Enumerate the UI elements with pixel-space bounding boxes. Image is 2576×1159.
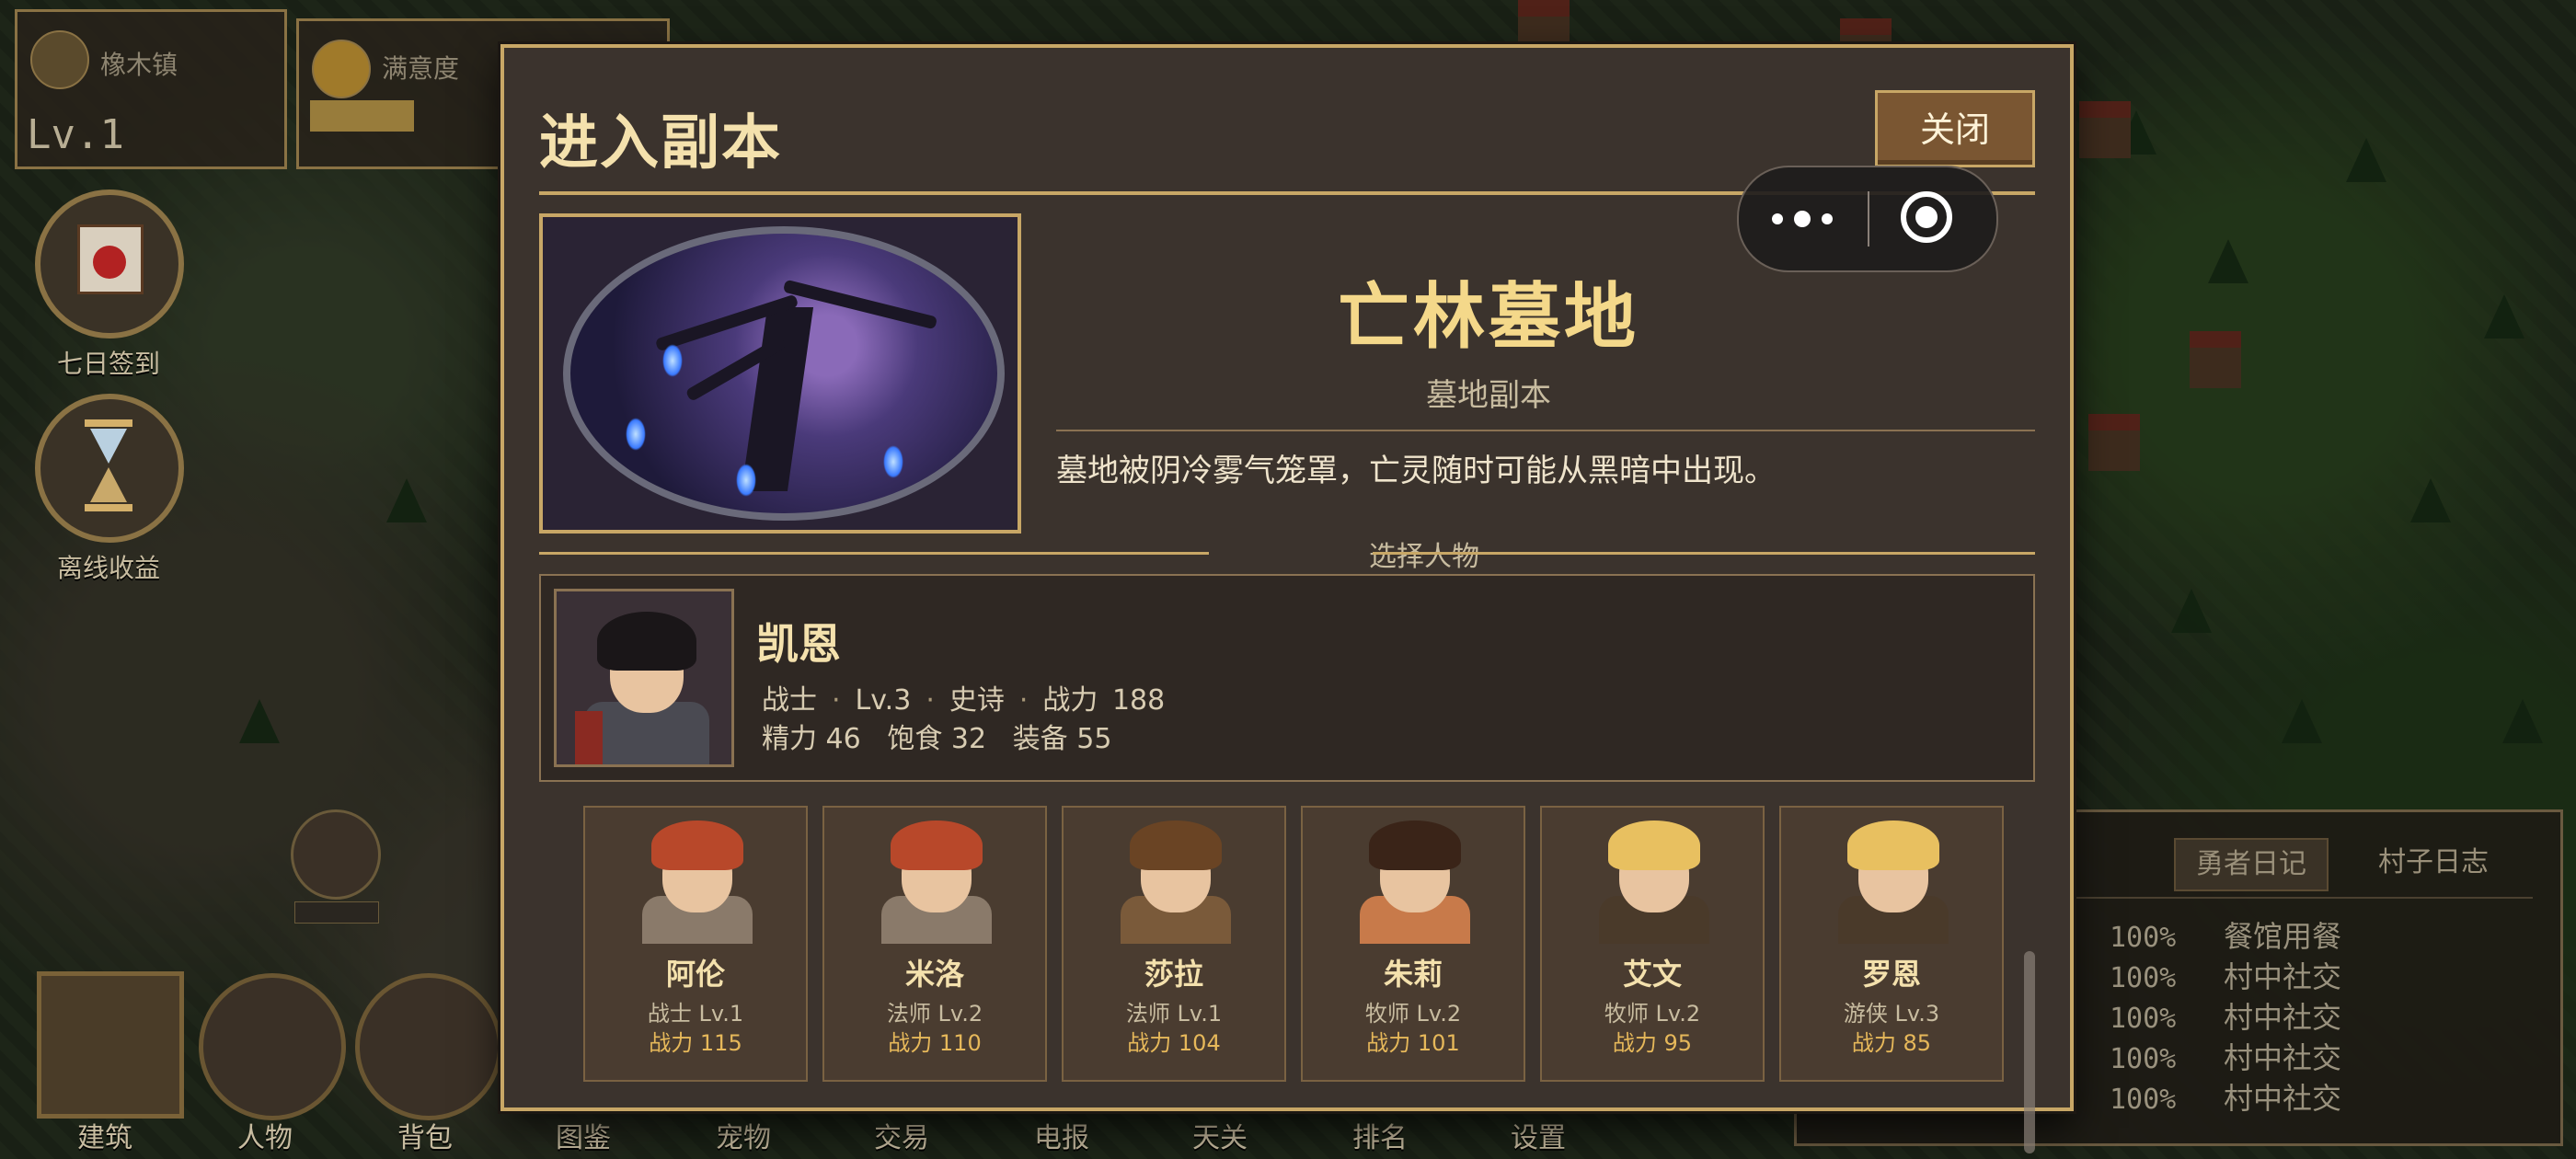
log-row: 100% 餐馆用餐 (2110, 919, 2342, 954)
character-card[interactable]: 莎拉 法师 Lv.1 战力 104 (1062, 806, 1286, 1082)
tab-hero-diary[interactable]: 勇者日记 (2174, 838, 2329, 891)
seven-day-signin-label: 七日签到 (56, 349, 160, 379)
modal-title: 进入副本 (539, 109, 782, 178)
selected-character-vitals: 精力 46 饱食 32 装备 55 (762, 723, 1112, 755)
select-rule-left (539, 552, 1209, 555)
character-power: 战力 110 (888, 1030, 982, 1056)
character-name: 艾文 (1622, 957, 1682, 992)
character-class-level: 游侠 Lv.3 (1843, 1001, 1940, 1027)
nav-backpack[interactable]: 背包 (397, 1115, 453, 1155)
selected-character-name: 凯恩 (756, 619, 841, 669)
tab-village-log[interactable]: 村子日志 (2358, 838, 2509, 888)
character-name: 莎拉 (1144, 957, 1203, 992)
character-name: 朱莉 (1383, 957, 1443, 992)
relic-label (294, 901, 379, 924)
dungeon-description: 墓地被阴冷雾气笼罩，亡灵随时可能从黑暗中出现。 (1056, 453, 1776, 489)
character-portrait (1091, 808, 1260, 944)
offline-earnings-label: 离线收益 (56, 553, 160, 583)
selected-character-summary: 战士 · Lv.3 · 史诗 · 战力 188 (762, 684, 1166, 717)
character-power: 战力 85 (1851, 1030, 1932, 1056)
more-icon[interactable] (1772, 197, 1873, 241)
character-class-level: 法师 Lv.1 (1125, 1001, 1223, 1027)
build-nav-icon[interactable] (37, 971, 184, 1119)
character-class-level: 牧师 Lv.2 (1604, 1001, 1701, 1027)
nav-ranking[interactable]: 排名 (1352, 1115, 1408, 1155)
town-info-panel[interactable]: 橡木镇 Lv.1 (15, 9, 287, 169)
selected-character-card: 凯恩 战士 · Lv.3 · 史诗 · 战力 188 精力 46 饱食 32 装备 55 (539, 574, 2035, 782)
town-level: Lv.1 (27, 111, 124, 158)
satisfaction-label: 满意度 (382, 53, 460, 84)
offline-earnings-button[interactable]: 离线收益 (35, 394, 184, 585)
log-divider (2064, 897, 2533, 899)
calendar-icon (77, 224, 144, 294)
character-power: 战力 95 (1612, 1030, 1693, 1056)
character-name: 阿伦 (665, 957, 725, 992)
town-emblem-icon (30, 30, 89, 89)
log-row: 100% 村中社交 (2110, 1081, 2342, 1116)
bottom-nav: 建筑 人物 背包 图鉴 宠物 交易 电报 天关 排名 设置 (0, 1122, 1840, 1159)
character-card[interactable]: 罗恩 游侠 Lv.3 战力 85 (1779, 806, 2004, 1082)
hourglass-icon (85, 419, 132, 511)
lion-icon (312, 40, 371, 98)
character-portrait (1570, 808, 1739, 944)
nav-settings[interactable]: 设置 (1511, 1115, 1566, 1155)
info-divider (1056, 430, 2035, 431)
character-card[interactable]: 阿伦 战士 Lv.1 战力 115 (583, 806, 808, 1082)
nav-codex[interactable]: 图鉴 (556, 1115, 611, 1155)
hero-nav-icon[interactable] (199, 973, 346, 1120)
character-card[interactable]: 朱莉 牧师 Lv.2 战力 101 (1301, 806, 1525, 1082)
nav-build[interactable]: 建筑 (77, 1115, 132, 1155)
character-name: 米洛 (904, 957, 964, 992)
log-row: 100% 村中社交 (2110, 1040, 2342, 1075)
nav-pets[interactable]: 宠物 (716, 1115, 771, 1155)
mini-program-capsule (1737, 166, 1998, 272)
nav-trade[interactable]: 交易 (874, 1115, 929, 1155)
roster-scrollbar[interactable] (2024, 951, 2035, 1153)
nav-hero[interactable]: 人物 (237, 1115, 293, 1155)
dungeon-type: 墓地副本 (1426, 377, 1551, 414)
dungeon-name: 亡林墓地 (1337, 276, 1639, 359)
nav-pass[interactable]: 天关 (1192, 1115, 1248, 1155)
character-roster: 阿伦 战士 Lv.1 战力 115 米洛 法师 Lv.2 战力 110 莎拉 法… (583, 806, 2018, 1082)
backpack-nav-icon[interactable] (355, 973, 502, 1120)
close-button[interactable]: 关闭 (1875, 90, 2035, 167)
selected-character-portrait (554, 589, 734, 767)
character-class-level: 法师 Lv.2 (886, 1001, 983, 1027)
log-row: 100% 村中社交 (2110, 1000, 2342, 1035)
character-portrait (852, 808, 1021, 944)
character-power: 战力 101 (1366, 1030, 1460, 1056)
nav-telegram[interactable]: 电报 (1034, 1115, 1089, 1155)
character-card[interactable]: 艾文 牧师 Lv.2 战力 95 (1540, 806, 1765, 1082)
character-portrait (1330, 808, 1500, 944)
seven-day-signin-button[interactable]: 七日签到 (35, 189, 184, 381)
character-power: 战力 115 (649, 1030, 742, 1056)
log-row: 100% 村中社交 (2110, 959, 2342, 994)
satisfaction-bar (310, 100, 414, 132)
character-class-level: 战士 Lv.1 (647, 1001, 744, 1027)
town-name: 橡木镇 (100, 50, 178, 80)
character-portrait (1809, 808, 1978, 944)
exit-target-icon[interactable] (1901, 191, 1952, 243)
dungeon-image (539, 213, 1021, 534)
character-card[interactable]: 米洛 法师 Lv.2 战力 110 (822, 806, 1047, 1082)
select-rule-right (1373, 552, 2035, 555)
character-power: 战力 104 (1127, 1030, 1221, 1056)
character-class-level: 牧师 Lv.2 (1364, 1001, 1462, 1027)
enter-dungeon-modal: 进入副本 关闭 亡林墓地 墓地副本 墓地被阴冷雾气笼罩，亡灵随时可能从黑暗中出现… (500, 44, 2074, 1153)
character-name: 罗恩 (1861, 957, 1921, 992)
relic-icon[interactable] (291, 809, 381, 900)
character-portrait (613, 808, 782, 944)
